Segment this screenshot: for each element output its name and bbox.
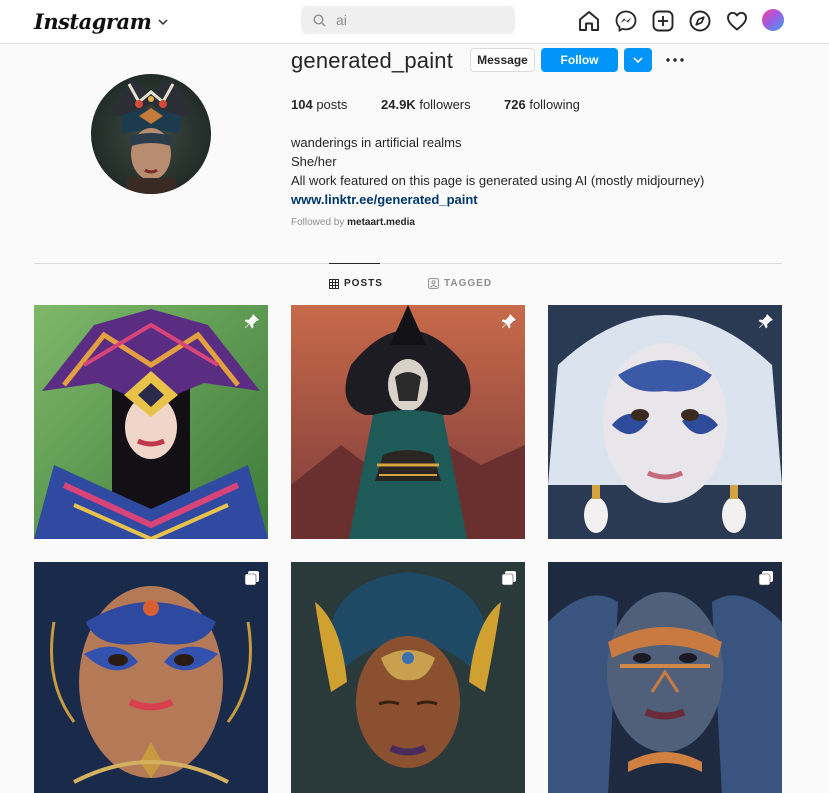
following-link[interactable]: 726 following <box>504 97 580 112</box>
profile-picture-image <box>91 74 211 194</box>
post-image-feathered-mask <box>291 305 525 539</box>
posts-label: posts <box>316 97 348 112</box>
ellipsis-icon <box>666 58 684 62</box>
search-icon <box>313 13 326 26</box>
carousel-icon <box>244 571 259 586</box>
active-tab-indicator <box>329 263 380 264</box>
more-options-button[interactable] <box>664 50 686 70</box>
followers-label: followers <box>419 97 471 112</box>
following-count: 726 <box>504 97 526 112</box>
logo-wordmark: Instagram <box>34 8 152 34</box>
post-image-blue-orange-paint <box>548 562 782 793</box>
bio-line: All work featured on this page is genera… <box>291 173 705 188</box>
tagged-icon <box>428 278 439 289</box>
post-tile[interactable] <box>34 305 268 539</box>
profile-picture[interactable] <box>91 74 211 194</box>
search-box[interactable] <box>301 6 515 34</box>
tab-tagged[interactable]: TAGGED <box>428 278 492 289</box>
top-navigation-bar: Instagram <box>0 0 829 44</box>
profile-bio: wanderings in artificial realms She/her … <box>291 133 704 209</box>
post-tile[interactable] <box>291 562 525 793</box>
chevron-down-icon <box>633 56 643 63</box>
pin-icon <box>758 314 773 329</box>
bio-pronouns: She/her <box>291 154 337 169</box>
followed-by-user[interactable]: metaart.media <box>347 217 415 228</box>
post-tile[interactable] <box>548 305 782 539</box>
profile-avatar[interactable] <box>762 9 784 31</box>
bio-website-link[interactable]: www.linktr.ee/generated_paint <box>291 190 704 209</box>
followers-link[interactable]: 24.9K followers <box>381 97 471 112</box>
followers-count: 24.9K <box>381 97 416 112</box>
follow-button[interactable]: Follow <box>541 48 618 72</box>
message-button[interactable]: Message <box>470 48 535 72</box>
post-image-patterned-hat <box>34 305 268 539</box>
post-tile[interactable] <box>291 305 525 539</box>
tab-posts[interactable]: POSTS <box>329 278 383 289</box>
pin-icon <box>501 314 516 329</box>
grid-icon <box>329 278 339 289</box>
chevron-down-icon <box>158 19 168 25</box>
followed-by-prefix: Followed by <box>291 217 345 228</box>
tab-tagged-label: TAGGED <box>444 278 493 289</box>
explore-icon[interactable] <box>688 9 712 33</box>
post-tile[interactable] <box>34 562 268 793</box>
posts-stat: 104 posts <box>291 97 347 112</box>
carousel-icon <box>501 571 516 586</box>
bio-line: wanderings in artificial realms <box>291 135 462 150</box>
tabs-divider <box>34 263 782 264</box>
new-post-icon[interactable] <box>651 9 675 33</box>
tab-posts-label: POSTS <box>344 278 383 289</box>
post-image-tribal-paint <box>548 305 782 539</box>
home-icon[interactable] <box>577 9 601 33</box>
activity-heart-icon[interactable] <box>725 9 749 33</box>
instagram-logo[interactable]: Instagram <box>34 6 168 36</box>
post-image-blue-gold-paint <box>34 562 268 793</box>
profile-username: generated_paint <box>291 48 454 73</box>
following-label: following <box>529 97 580 112</box>
messenger-icon[interactable] <box>614 9 638 33</box>
carousel-icon <box>758 571 773 586</box>
post-image-teal-turban <box>291 562 525 793</box>
posts-count: 104 <box>291 97 313 112</box>
pin-icon <box>244 314 259 329</box>
search-input[interactable] <box>336 12 486 28</box>
suggested-accounts-button[interactable] <box>624 48 652 72</box>
post-tile[interactable] <box>548 562 782 793</box>
followed-by: Followed by metaart.media <box>291 217 415 228</box>
